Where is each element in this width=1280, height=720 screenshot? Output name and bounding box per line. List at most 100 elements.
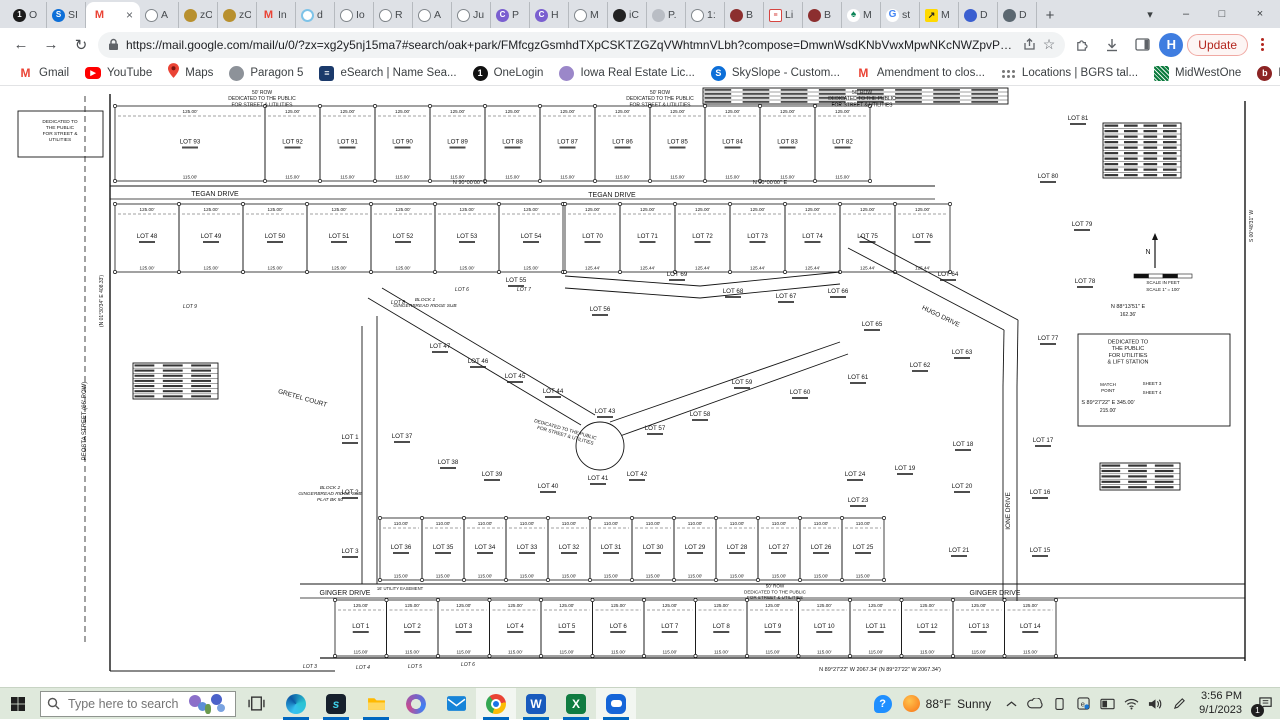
reload-button[interactable]: ↻ <box>68 32 94 58</box>
svg-text:50' ROW: 50' ROW <box>766 584 785 589</box>
tab[interactable]: D <box>998 2 1037 28</box>
svg-text:125.00': 125.00' <box>971 603 986 608</box>
bookmark-item[interactable]: SSkySlope - Custom... <box>703 64 848 83</box>
bookmark-item[interactable]: Maps <box>160 61 221 85</box>
svg-text:N 89°27'22" W 2067.34' (N 89: N 89°27'22" W 2067.34' (N 89°27'22" W 20… <box>819 667 941 673</box>
tab[interactable]: Gst <box>881 2 920 28</box>
new-tab-button[interactable]: + <box>1037 2 1063 28</box>
svg-text:LOT 32: LOT 32 <box>559 544 580 551</box>
side-panel-icon[interactable] <box>1129 32 1155 58</box>
taskbar-search[interactable] <box>40 691 236 717</box>
taskbar-app-paragon[interactable] <box>596 688 636 720</box>
taskbar-app-office[interactable] <box>396 688 436 720</box>
start-button[interactable] <box>0 688 36 720</box>
tab[interactable]: ↗M <box>920 2 959 28</box>
tab-close-icon[interactable]: × <box>126 9 133 21</box>
bookmark-item[interactable]: Paragon 5 <box>221 64 311 83</box>
bookmark-item[interactable]: ≡eSearch | Name Sea... <box>311 64 464 83</box>
close-button[interactable]: × <box>1240 0 1280 28</box>
bookmark-item[interactable]: ▶YouTube <box>77 65 160 81</box>
tab[interactable]: A <box>140 2 179 28</box>
bookmark-label: Iowa Real Estate Lic... <box>580 67 694 79</box>
taskbar-app-chrome[interactable] <box>476 688 516 720</box>
bookmark-item[interactable]: bBeacon <box>1249 64 1280 83</box>
tab[interactable]: ♠M <box>842 2 881 28</box>
url-text[interactable]: https://mail.google.com/mail/u/0/?zx=xg2… <box>126 38 1016 52</box>
download-icon[interactable] <box>1099 32 1125 58</box>
bookmark-item[interactable]: Locations | BGRS tal... <box>993 64 1146 83</box>
onedrive-icon[interactable] <box>1023 688 1047 720</box>
tab[interactable]: M <box>569 2 608 28</box>
svg-text:125.00': 125.00' <box>396 266 411 271</box>
phone-icon[interactable] <box>1047 688 1071 720</box>
svg-text:LOT 54: LOT 54 <box>521 233 542 240</box>
back-button[interactable]: ← <box>8 32 34 58</box>
svg-text:LOT 5: LOT 5 <box>558 623 576 630</box>
cloud-favicon <box>652 9 665 22</box>
tab[interactable]: d <box>296 2 335 28</box>
tab-title: A <box>434 9 441 21</box>
taskbar-app-excel[interactable]: X <box>556 688 596 720</box>
svg-text:125.00': 125.00' <box>780 109 795 114</box>
tab-active-gmail[interactable]: M× <box>86 2 140 28</box>
weather-widget[interactable]: 88°F Sunny <box>895 695 1000 712</box>
notification-center-icon[interactable]: 1 <box>1250 688 1280 720</box>
wifi-icon[interactable] <box>1119 688 1143 720</box>
taskbar-app-mail[interactable] <box>436 688 476 720</box>
tab[interactable]: Ju <box>452 2 491 28</box>
tab[interactable]: MIn <box>257 2 296 28</box>
tab[interactable]: iC <box>608 2 647 28</box>
svg-text:110.00': 110.00' <box>688 521 703 526</box>
search-input[interactable] <box>66 696 181 712</box>
tab[interactable]: ≡Li <box>764 2 803 28</box>
bookmark-item[interactable]: 1OneLogin <box>465 64 552 83</box>
taskbar-app-edge[interactable] <box>276 688 316 720</box>
tab-strip: 1OSSIM×AzOzOMIndIoRAJuCPCHMiCP.1:B≡LiB♠M… <box>0 0 1280 28</box>
taskbar-app-task-view[interactable] <box>236 688 276 720</box>
e-app-icon[interactable]: e <box>1071 688 1095 720</box>
profile-avatar[interactable]: H <box>1159 33 1183 57</box>
chrome-update-button[interactable]: Update <box>1187 34 1248 56</box>
taskbar-app-file-explorer[interactable] <box>356 688 396 720</box>
display-icon[interactable] <box>1095 688 1119 720</box>
tab[interactable]: CP <box>491 2 530 28</box>
bookmark-item[interactable]: MGmail <box>10 64 77 83</box>
tab[interactable]: B <box>803 2 842 28</box>
tab[interactable]: R <box>374 2 413 28</box>
tab[interactable]: zO <box>179 2 218 28</box>
tab[interactable]: zO <box>218 2 257 28</box>
taskbar-app-word[interactable]: W <box>516 688 556 720</box>
tab[interactable]: D <box>959 2 998 28</box>
minimize-button[interactable]: – <box>1168 0 1204 28</box>
tab[interactable]: P. <box>647 2 686 28</box>
browser-menu-icon[interactable] <box>1252 38 1272 51</box>
bookmark-item[interactable]: MAmendment to clos... <box>848 64 993 83</box>
bookmark-label: Locations | BGRS tal... <box>1022 67 1138 79</box>
tab[interactable]: Io <box>335 2 374 28</box>
share-icon[interactable] <box>1023 38 1036 51</box>
tab[interactable]: CH <box>530 2 569 28</box>
bookmark-item[interactable]: Iowa Real Estate Lic... <box>551 64 702 83</box>
forward-button[interactable]: → <box>38 32 64 58</box>
tab[interactable]: A <box>413 2 452 28</box>
onelogin-icon: 1 <box>473 66 488 81</box>
bookmark-item[interactable]: MidWestOne <box>1146 64 1249 83</box>
tab-title: d <box>317 9 323 21</box>
extensions-puzzle-icon[interactable] <box>1069 32 1095 58</box>
maximize-button[interactable]: □ <box>1204 0 1240 28</box>
pen-icon[interactable] <box>1167 688 1191 720</box>
taskbar-app-skyslope-app[interactable]: s <box>316 688 356 720</box>
taskbar-clock[interactable]: 3:56 PM 9/1/2023 <box>1191 690 1250 718</box>
tab[interactable]: SSI <box>47 2 86 28</box>
volume-icon[interactable] <box>1143 688 1167 720</box>
tab-search-chevron-icon[interactable]: ▾ <box>1132 0 1168 28</box>
tab[interactable]: 1O <box>8 2 47 28</box>
svg-text:LOT 63: LOT 63 <box>952 349 973 356</box>
address-bar[interactable]: https://mail.google.com/mail/u/0/?zx=xg2… <box>98 32 1065 58</box>
bookmark-star-icon[interactable]: ☆ <box>1043 36 1056 53</box>
help-icon[interactable]: ? <box>871 688 895 720</box>
tab[interactable]: B <box>725 2 764 28</box>
tab[interactable]: 1: <box>686 2 725 28</box>
chevron-up-icon[interactable] <box>999 688 1023 720</box>
globe-favicon <box>574 9 587 22</box>
